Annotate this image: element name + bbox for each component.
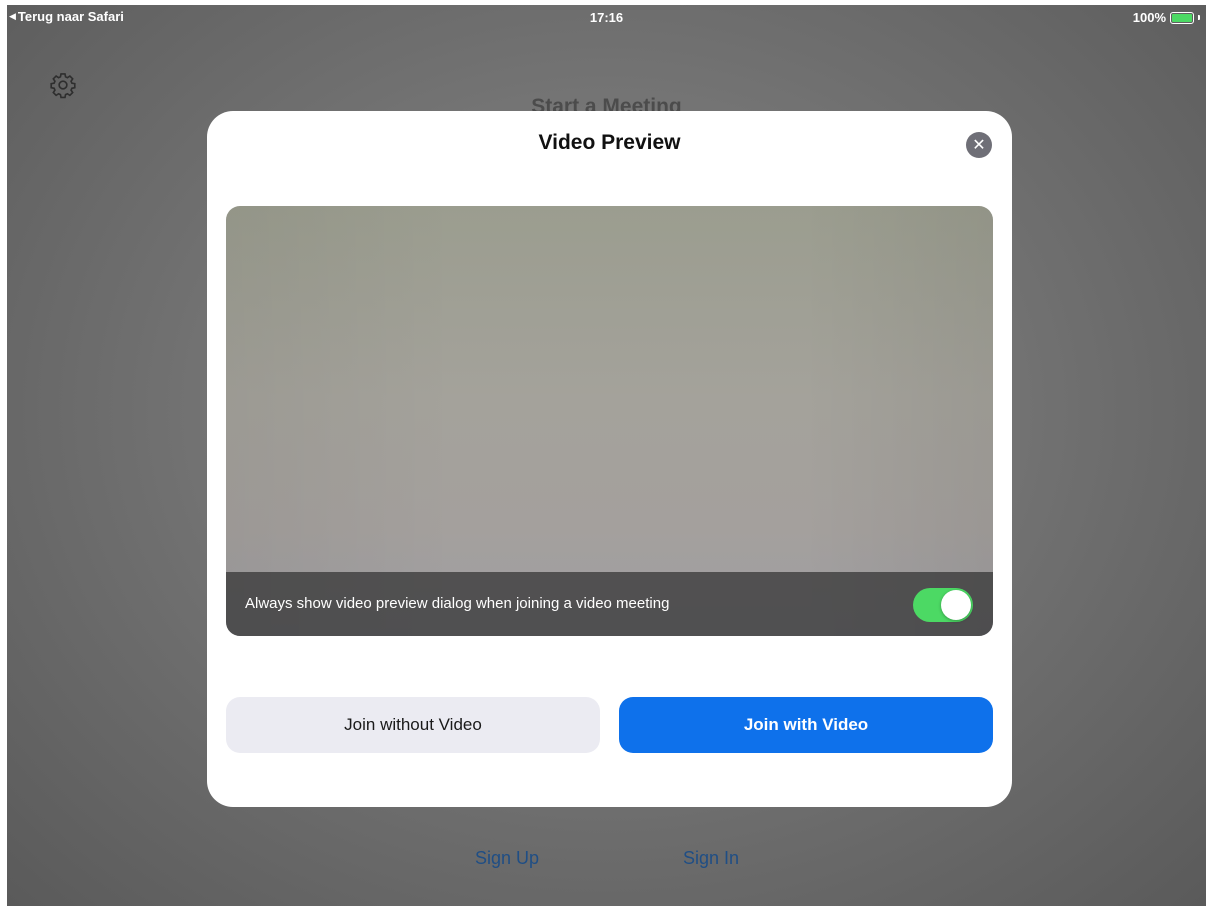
camera-preview: Always show video preview dialog when jo… [226, 206, 993, 636]
preview-option-label: Always show video preview dialog when jo… [245, 595, 670, 612]
join-without-video-button[interactable]: Join without Video [226, 697, 600, 753]
battery-icon [1170, 11, 1194, 24]
status-time: 17:16 [589, 10, 624, 25]
join-with-video-button[interactable]: Join with Video [619, 697, 993, 753]
dialog-title: Video Preview [538, 131, 681, 154]
video-preview-dialog: Video Preview ✕ Always show video previe… [207, 111, 1012, 807]
sign-up-link[interactable]: Sign Up [475, 848, 539, 869]
app-screen: ◀ Terug naar Safari 17:16 100% Start a M… [7, 5, 1206, 906]
always-show-preview-toggle[interactable] [913, 588, 973, 622]
battery-percent: 100% [1132, 10, 1166, 25]
status-bar: ◀ Terug naar Safari 17:16 100% [7, 5, 1206, 31]
preview-option-bar: Always show video preview dialog when jo… [226, 572, 993, 636]
battery-nub [1198, 15, 1200, 20]
sign-in-link[interactable]: Sign In [683, 848, 739, 869]
close-icon[interactable]: ✕ [966, 132, 992, 158]
battery-indicator: 100% [1133, 10, 1200, 25]
toggle-knob [941, 590, 971, 620]
